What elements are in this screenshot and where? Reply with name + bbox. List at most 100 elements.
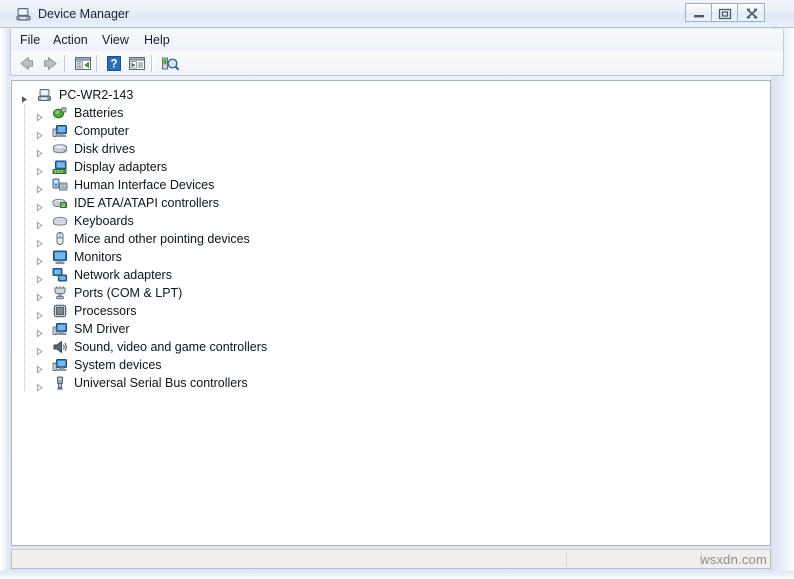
chevron-collapsed-icon[interactable]: [35, 181, 44, 194]
tree-item-label: Batteries: [74, 106, 124, 120]
computer-icon: [52, 357, 68, 373]
chevron-collapsed-icon[interactable]: [35, 289, 44, 302]
chevron-collapsed-icon[interactable]: [35, 379, 44, 392]
status-bar: wsxdn.com: [11, 549, 771, 569]
tree-connector: [24, 140, 25, 158]
toolbar-separator: [151, 55, 153, 72]
tree-item-monitors[interactable]: Monitors: [12, 248, 770, 266]
tree-connector: [24, 320, 25, 338]
tree-item-label: Universal Serial Bus controllers: [74, 376, 248, 390]
chevron-collapsed-icon[interactable]: [35, 253, 44, 266]
tree-connector: [24, 212, 25, 230]
svg-text:?: ?: [110, 59, 117, 71]
tree-item-label: System devices: [74, 358, 162, 372]
computer-root-icon: [37, 87, 53, 103]
tree-item-label: Mice and other pointing devices: [74, 232, 250, 246]
chevron-collapsed-icon[interactable]: [35, 235, 44, 248]
help-button[interactable]: ?: [104, 54, 124, 73]
tree-item-label: SM Driver: [74, 322, 130, 336]
tree-item-mice-and-other-pointing-devices[interactable]: Mice and other pointing devices: [12, 230, 770, 248]
tree-item-processors[interactable]: Processors: [12, 302, 770, 320]
tree-item-label: Processors: [74, 304, 137, 318]
tree-root-label: PC-WR2-143: [59, 88, 134, 102]
chevron-collapsed-icon[interactable]: [35, 163, 44, 176]
tree-item-display-adapters[interactable]: Display adapters: [12, 158, 770, 176]
chevron-collapsed-icon[interactable]: [35, 271, 44, 284]
tree-connector: [24, 284, 25, 302]
title-bar: Device Manager: [0, 0, 794, 28]
menu-view[interactable]: View: [97, 32, 134, 48]
tree-item-ide-ata-atapi-controllers[interactable]: IDE ATA/ATAPI controllers: [12, 194, 770, 212]
tree-connector: [24, 356, 25, 374]
tree-item-label: Monitors: [74, 250, 122, 264]
tree-item-human-interface-devices[interactable]: Human Interface Devices: [12, 176, 770, 194]
tree-connector: [24, 176, 25, 194]
tree-item-ports-com-lpt[interactable]: Ports (COM & LPT): [12, 284, 770, 302]
monitor-icon: [52, 249, 68, 265]
tree-item-sm-driver[interactable]: SM Driver: [12, 320, 770, 338]
status-divider: [566, 552, 567, 567]
speaker-icon: [52, 339, 68, 355]
chevron-collapsed-icon[interactable]: [35, 127, 44, 140]
tree-item-computer[interactable]: Computer: [12, 122, 770, 140]
tree-item-label: Keyboards: [74, 214, 134, 228]
chevron-collapsed-icon[interactable]: [35, 307, 44, 320]
chevron-expanded-icon[interactable]: [20, 91, 29, 103]
properties-button[interactable]: [127, 54, 147, 73]
tree-item-label: Computer: [74, 124, 129, 138]
tree-item-label: IDE ATA/ATAPI controllers: [74, 196, 219, 210]
tree-item-disk-drives[interactable]: Disk drives: [12, 140, 770, 158]
back-button[interactable]: [17, 54, 37, 73]
chevron-collapsed-icon[interactable]: [35, 325, 44, 338]
menu-action[interactable]: Action: [48, 32, 93, 48]
watermark-text: wsxdn.com: [700, 552, 767, 567]
forward-button[interactable]: [40, 54, 60, 73]
minimize-button[interactable]: [685, 3, 711, 22]
tree-item-label: Display adapters: [74, 160, 168, 174]
tree-connector: [24, 104, 25, 122]
tree-children: Batteries Computer Disk drives Display a…: [12, 104, 770, 392]
show-hide-console-tree-button[interactable]: [73, 54, 93, 73]
device-manager-icon: [16, 6, 32, 22]
chevron-collapsed-icon[interactable]: [35, 217, 44, 230]
window-frame-left: [0, 28, 10, 571]
mouse-icon: [52, 231, 68, 247]
disk-drive-icon: [52, 141, 68, 157]
menu-bar: File Action View Help: [10, 29, 784, 51]
device-tree: PC-WR2-143 Batteries Computer Disk drive…: [12, 86, 770, 392]
network-adapter-icon: [52, 267, 68, 283]
tree-item-keyboards[interactable]: Keyboards: [12, 212, 770, 230]
chevron-collapsed-icon[interactable]: [35, 109, 44, 122]
restore-button[interactable]: [711, 3, 737, 22]
tree-connector: [24, 122, 25, 140]
chevron-collapsed-icon[interactable]: [35, 199, 44, 212]
menu-file[interactable]: File: [15, 32, 45, 48]
processor-icon: [52, 303, 68, 319]
device-manager-window: Device Manager File Action View Help ? P…: [0, 0, 794, 579]
port-icon: [52, 285, 68, 301]
tree-item-universal-serial-bus-controllers[interactable]: Universal Serial Bus controllers: [12, 374, 770, 392]
tree-connector: [24, 158, 25, 176]
window-frame-bottom: [0, 571, 794, 579]
tree-connector: [24, 230, 25, 248]
close-button[interactable]: [737, 3, 765, 22]
tree-item-system-devices[interactable]: System devices: [12, 356, 770, 374]
tree-item-network-adapters[interactable]: Network adapters: [12, 266, 770, 284]
device-tree-pane[interactable]: PC-WR2-143 Batteries Computer Disk drive…: [11, 80, 771, 546]
battery-icon: [52, 105, 68, 121]
menu-help[interactable]: Help: [139, 32, 175, 48]
toolbar-separator: [64, 55, 66, 72]
chevron-collapsed-icon[interactable]: [35, 343, 44, 356]
tree-root-node[interactable]: PC-WR2-143: [12, 86, 770, 104]
ide-controller-icon: [52, 195, 68, 211]
scan-hardware-changes-button[interactable]: [160, 54, 180, 73]
chevron-collapsed-icon[interactable]: [35, 361, 44, 374]
tree-connector: [24, 338, 25, 356]
tree-item-sound-video-and-game-controllers[interactable]: Sound, video and game controllers: [12, 338, 770, 356]
chevron-collapsed-icon[interactable]: [35, 145, 44, 158]
computer-icon: [52, 123, 68, 139]
usb-icon: [52, 375, 68, 391]
tree-item-label: Ports (COM & LPT): [74, 286, 183, 300]
tree-item-batteries[interactable]: Batteries: [12, 104, 770, 122]
tree-item-label: Human Interface Devices: [74, 178, 215, 192]
